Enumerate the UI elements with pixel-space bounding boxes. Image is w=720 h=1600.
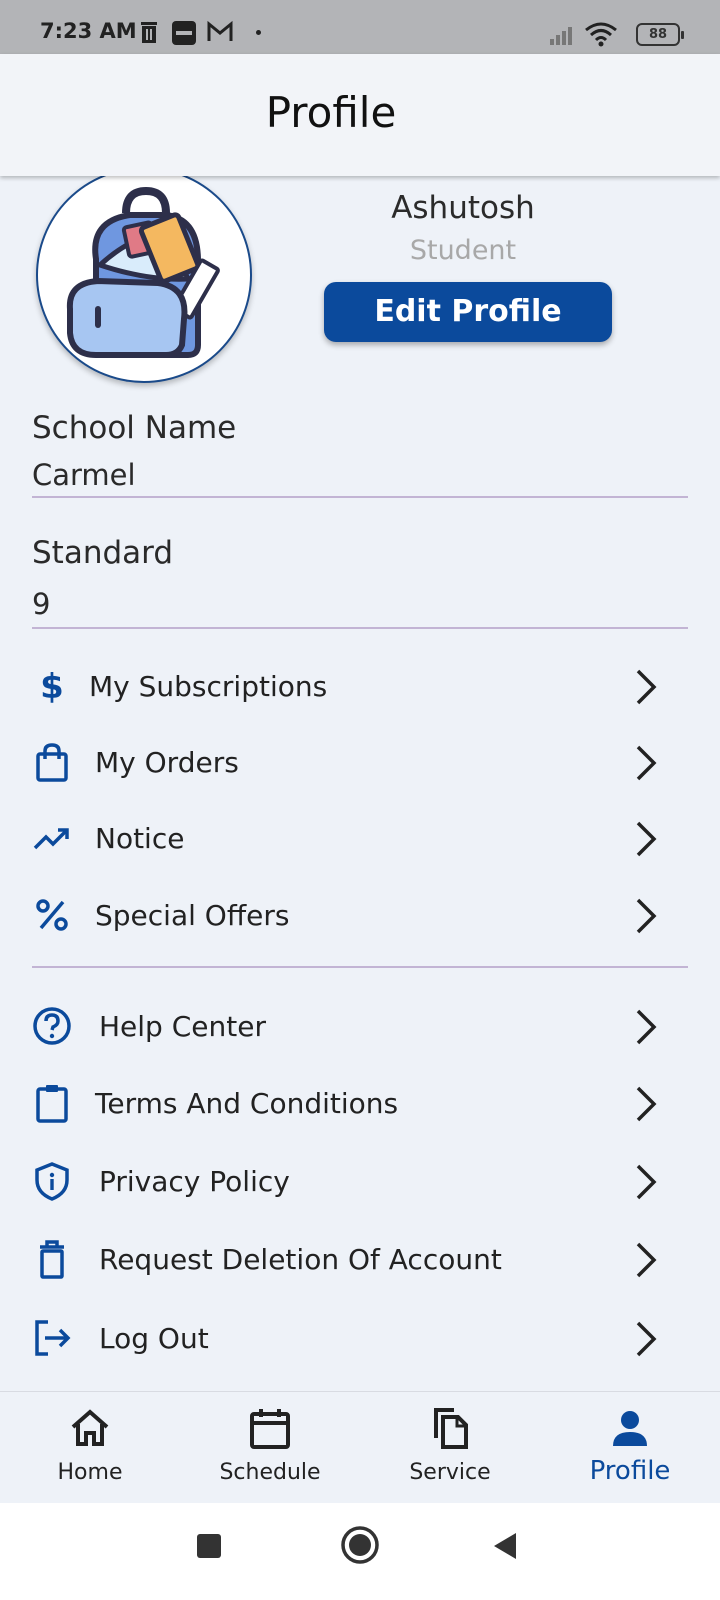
nav-label: Schedule xyxy=(219,1460,321,1485)
menu-item-label: Terms And Conditions xyxy=(95,1087,399,1120)
notification-dot xyxy=(256,30,261,35)
bottom-navigation: Home Schedule Service Profile xyxy=(0,1391,720,1503)
trending-icon xyxy=(33,828,69,850)
user-role: Student xyxy=(409,235,517,266)
menu-item-request-deletion[interactable]: Request Deletion Of Account xyxy=(32,1227,688,1291)
system-navigation-bar xyxy=(0,1503,720,1600)
section-divider xyxy=(32,966,688,968)
chevron-right-icon xyxy=(636,1242,657,1278)
menu-item-label: Special Offers xyxy=(95,899,290,932)
status-bar: 7:23 AM 88 xyxy=(0,0,720,54)
nav-service[interactable]: Service xyxy=(360,1392,540,1504)
mail-notification-icon xyxy=(207,20,233,41)
recents-icon[interactable] xyxy=(196,1533,222,1559)
percent-icon xyxy=(36,899,68,931)
menu-item-my-subscriptions[interactable]: $ My Subscriptions xyxy=(32,654,688,718)
menu-item-label: My Subscriptions xyxy=(89,670,328,703)
menu-item-label: Request Deletion Of Account xyxy=(99,1243,502,1276)
app-bar: Profile xyxy=(0,54,720,176)
nav-label: Profile xyxy=(589,1456,671,1486)
home-icon xyxy=(71,1409,109,1446)
menu-item-label: My Orders xyxy=(95,746,239,779)
menu-item-special-offers[interactable]: Special Offers xyxy=(32,883,688,947)
nav-profile[interactable]: Profile xyxy=(540,1392,720,1504)
shopping-bag-icon xyxy=(36,743,68,782)
trash-icon xyxy=(40,1240,64,1279)
back-icon[interactable] xyxy=(492,1531,518,1561)
nav-home[interactable]: Home xyxy=(0,1392,180,1504)
chevron-right-icon xyxy=(636,1086,657,1122)
menu-item-notice[interactable]: Notice xyxy=(32,806,688,870)
page-title: Profile xyxy=(265,88,397,137)
chevron-right-icon xyxy=(636,898,657,934)
calendar-icon xyxy=(250,1409,290,1449)
menu-item-terms-and-conditions[interactable]: Terms And Conditions xyxy=(32,1071,688,1135)
status-time: 7:23 AM xyxy=(40,19,137,43)
person-icon xyxy=(613,1411,647,1446)
menu-item-help-center[interactable]: Help Center xyxy=(32,994,688,1058)
chevron-right-icon xyxy=(636,1009,657,1045)
nav-schedule[interactable]: Schedule xyxy=(180,1392,360,1504)
paytm-notification-icon xyxy=(172,21,196,45)
chevron-right-icon xyxy=(636,1321,657,1357)
svg-text:$: $ xyxy=(40,667,64,706)
menu-item-my-orders[interactable]: My Orders xyxy=(32,730,688,794)
school-name-label: School Name xyxy=(32,410,237,446)
menu-item-privacy-policy[interactable]: Privacy Policy xyxy=(32,1149,688,1213)
menu-item-label: Privacy Policy xyxy=(99,1165,290,1198)
clipboard-icon xyxy=(36,1085,68,1123)
logout-icon xyxy=(35,1320,71,1356)
chevron-right-icon xyxy=(636,821,657,857)
user-name: Ashutosh xyxy=(391,190,535,226)
copy-icon xyxy=(434,1408,468,1449)
wifi-icon xyxy=(585,22,617,47)
dollar-icon: $ xyxy=(40,667,64,706)
trash-notification-icon xyxy=(141,22,157,43)
signal-icon xyxy=(550,27,572,45)
edit-profile-button[interactable]: Edit Profile xyxy=(324,282,612,342)
backpack-icon xyxy=(66,186,220,358)
standard-label: Standard xyxy=(32,535,174,571)
shield-icon xyxy=(35,1162,69,1201)
avatar xyxy=(36,167,252,383)
menu-item-log-out[interactable]: Log Out xyxy=(32,1306,688,1370)
standard-underline xyxy=(32,627,688,629)
nav-label: Service xyxy=(409,1460,491,1485)
nav-label: Home xyxy=(57,1460,123,1485)
school-name-underline xyxy=(32,496,688,498)
chevron-right-icon xyxy=(636,1164,657,1200)
chevron-right-icon xyxy=(636,669,657,705)
help-circle-icon xyxy=(33,1007,71,1045)
menu-item-label: Help Center xyxy=(99,1010,266,1043)
chevron-right-icon xyxy=(636,745,657,781)
menu-item-label: Log Out xyxy=(99,1322,209,1355)
menu-item-label: Notice xyxy=(95,822,185,855)
standard-value[interactable]: 9 xyxy=(32,587,50,621)
battery-icon: 88 xyxy=(636,23,684,46)
home-circle-icon[interactable] xyxy=(340,1525,380,1565)
school-name-value[interactable]: Carmel xyxy=(32,458,136,492)
